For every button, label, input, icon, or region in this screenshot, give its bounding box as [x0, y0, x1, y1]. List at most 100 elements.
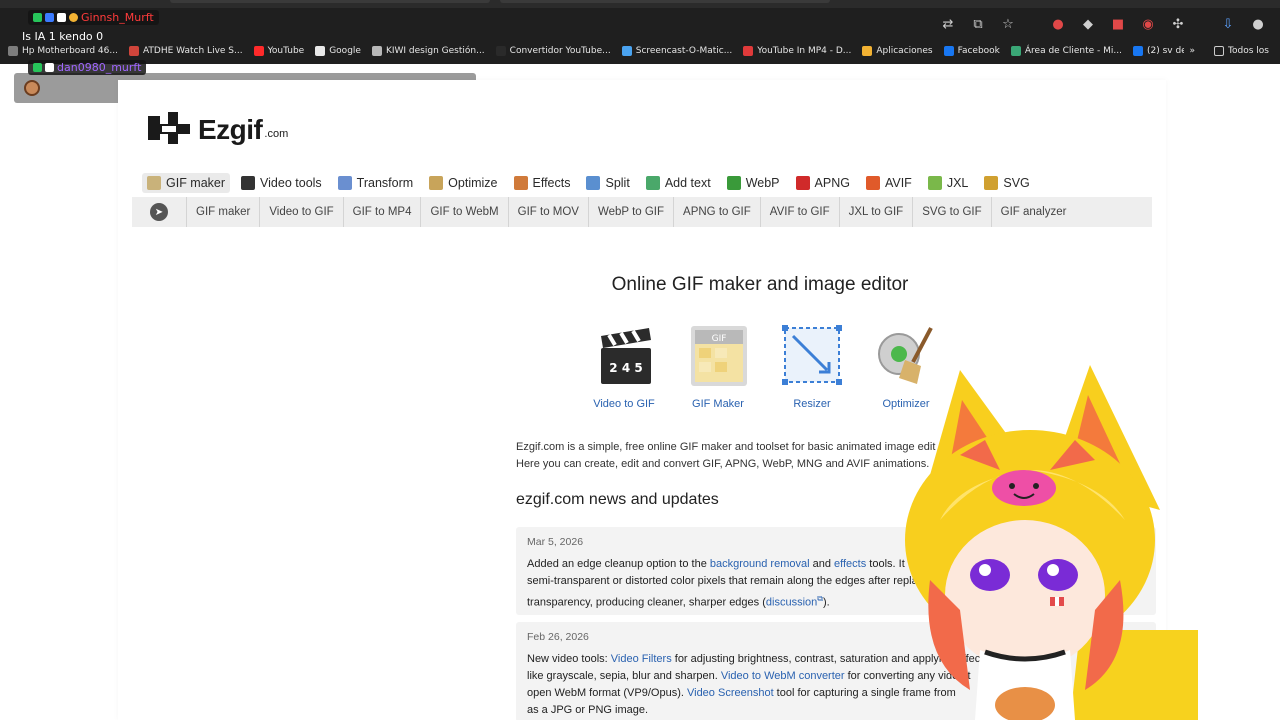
- news-link[interactable]: Video Screenshot: [687, 687, 774, 699]
- extension-icon[interactable]: ◆: [1080, 16, 1096, 32]
- tile-label[interactable]: Resizer: [793, 398, 830, 410]
- subnav-item[interactable]: WebP to GIF: [587, 197, 673, 227]
- browser-toolbar: ⇄ ⧉ ☆ ● ◆ ■ ◉ ✣ ⇩ ●: [940, 14, 1266, 34]
- news-text: tools. It: [866, 558, 905, 570]
- badge-icon: [33, 63, 42, 72]
- bookmark-favicon-icon: [743, 46, 754, 56]
- intro-line: Here you can create, edit and convert GI…: [516, 458, 930, 470]
- profile-icon[interactable]: ●: [1250, 16, 1266, 32]
- bookmark-label: Hp Motherboard 46...: [22, 46, 118, 56]
- tile-label[interactable]: Video to GIF: [593, 398, 655, 410]
- bookmark-label: Google: [329, 46, 361, 56]
- tile-video-to-gif[interactable]: 2 4 5 Video to GIF: [588, 322, 660, 410]
- bookmark-item[interactable]: Facebook: [943, 46, 1000, 56]
- nav-item[interactable]: JXL: [923, 173, 974, 193]
- tab[interactable]: [500, 0, 830, 3]
- nav-item[interactable]: AVIF: [861, 173, 917, 193]
- nav-item[interactable]: APNG: [791, 173, 855, 193]
- bookmark-favicon-icon: [253, 46, 264, 56]
- avif-icon: [865, 176, 880, 190]
- extension-icon[interactable]: ●: [1050, 16, 1066, 32]
- bookmark-star-icon[interactable]: ☆: [1000, 16, 1016, 32]
- bookmark-label: ATDHE Watch Live S...: [142, 46, 243, 56]
- badge-icon: [45, 63, 54, 72]
- nav-item[interactable]: WebP: [722, 173, 785, 193]
- nav-label: Optimize: [448, 176, 498, 190]
- tile-label[interactable]: GIF Maker: [692, 398, 744, 410]
- subnav-item[interactable]: GIF to MOV: [507, 197, 588, 227]
- tab[interactable]: [170, 0, 490, 3]
- separator: [1200, 16, 1206, 32]
- svg-icon: [984, 176, 999, 190]
- nav-item[interactable]: Effects: [509, 173, 576, 193]
- nav-item[interactable]: Transform: [333, 173, 419, 193]
- logo-suffix: .com: [264, 128, 289, 140]
- chat-username[interactable]: Ginnsh_Murft: [81, 11, 154, 24]
- news-link[interactable]: discussion: [766, 597, 817, 609]
- subnav-item[interactable]: GIF maker: [186, 197, 259, 227]
- tile-resizer[interactable]: Resizer: [776, 322, 848, 410]
- subnav-item[interactable]: GIF analyzer: [990, 197, 1076, 227]
- subnav-item[interactable]: APNG to GIF: [673, 197, 760, 227]
- download-icon[interactable]: ⇩: [1220, 16, 1236, 32]
- bookmark-item[interactable]: YouTube In MP4 - D...: [743, 46, 851, 56]
- nav-label: JXL: [946, 176, 969, 190]
- nav-item[interactable]: Add text: [641, 173, 716, 193]
- bookmark-favicon-icon: [621, 46, 632, 56]
- bookmark-item[interactable]: KIWI design Gestión...: [371, 46, 485, 56]
- subnav-item[interactable]: GIF to MP4: [342, 197, 421, 227]
- news-link[interactable]: effects: [834, 558, 866, 570]
- chat-username[interactable]: dan0980_murft: [57, 61, 141, 74]
- news-text: ).: [822, 596, 830, 609]
- bookmark-item[interactable]: Aplicaciones: [862, 46, 933, 56]
- magic-wand-icon: [513, 176, 528, 190]
- translate-icon[interactable]: ⇄: [940, 16, 956, 32]
- nav-item[interactable]: Video tools: [236, 173, 327, 193]
- folder-icon: [1214, 46, 1225, 56]
- bookmark-favicon-icon: [1010, 46, 1021, 56]
- news-link[interactable]: background removal: [710, 558, 810, 570]
- all-bookmarks-folder[interactable]: Todos los: [1214, 46, 1269, 56]
- bookmark-label: Aplicaciones: [876, 46, 933, 56]
- bookmark-label: YouTube: [267, 46, 305, 56]
- more-bookmarks-button[interactable]: »: [1190, 46, 1196, 56]
- subnav-item[interactable]: Video to GIF: [259, 197, 342, 227]
- subnav-item[interactable]: AVIF to GIF: [759, 197, 839, 227]
- bookmark-label: Facebook: [957, 46, 1000, 56]
- bookmark-item[interactable]: Área de Cliente - Mi...: [1010, 46, 1122, 56]
- badge-icon: [45, 13, 54, 22]
- bookmark-favicon-icon: [128, 46, 139, 56]
- bookmark-item[interactable]: Screencast-O-Matic...: [621, 46, 732, 56]
- subnav-item[interactable]: JXL to GIF: [838, 197, 913, 227]
- nav-item[interactable]: GIF maker: [142, 173, 231, 193]
- video-clapper-icon: 2 4 5: [591, 322, 657, 388]
- tile-gif-maker[interactable]: GIF GIF Maker: [682, 322, 754, 410]
- bookmark-item[interactable]: YouTube: [253, 46, 305, 56]
- bookmarks-bar: Hp Motherboard 46... ATDHE Watch Live S..…: [0, 42, 1280, 60]
- extension-icon[interactable]: ◉: [1140, 16, 1156, 32]
- video-clapper-icon: [241, 176, 256, 190]
- nav-item[interactable]: Optimize: [424, 173, 502, 193]
- bookmark-item[interactable]: Hp Motherboard 46...: [8, 46, 118, 56]
- badge-icon: [33, 13, 42, 22]
- bookmark-item[interactable]: ATDHE Watch Live S...: [128, 46, 243, 56]
- nav-item[interactable]: Split: [581, 173, 634, 193]
- tool-tiles: 2 4 5 Video to GIF GIF GIF Maker Resizer…: [588, 322, 942, 410]
- apng-icon: [795, 176, 810, 190]
- bookmark-item[interactable]: Convertidor YouTube...: [495, 46, 611, 56]
- extensions-puzzle-icon[interactable]: ✣: [1170, 16, 1186, 32]
- site-logo[interactable]: Ezgif .com: [146, 110, 288, 146]
- extension-icon[interactable]: ■: [1110, 16, 1126, 32]
- news-link[interactable]: Video to WebM converter: [721, 670, 845, 682]
- home-rocket-icon[interactable]: ➤: [150, 203, 168, 221]
- bookmark-label: Área de Cliente - Mi...: [1024, 46, 1122, 56]
- bookmark-item[interactable]: Google: [315, 46, 361, 56]
- page-title: Online GIF maker and image editor: [611, 274, 909, 295]
- nav-label: Split: [605, 176, 630, 190]
- subnav-item[interactable]: SVG to GIF: [912, 197, 990, 227]
- install-app-icon[interactable]: ⧉: [970, 16, 986, 32]
- news-link[interactable]: Video Filters: [611, 653, 672, 665]
- subnav-item[interactable]: GIF to WebM: [420, 197, 507, 227]
- nav-item[interactable]: SVG: [979, 173, 1034, 193]
- news-text: New video tools:: [527, 653, 611, 665]
